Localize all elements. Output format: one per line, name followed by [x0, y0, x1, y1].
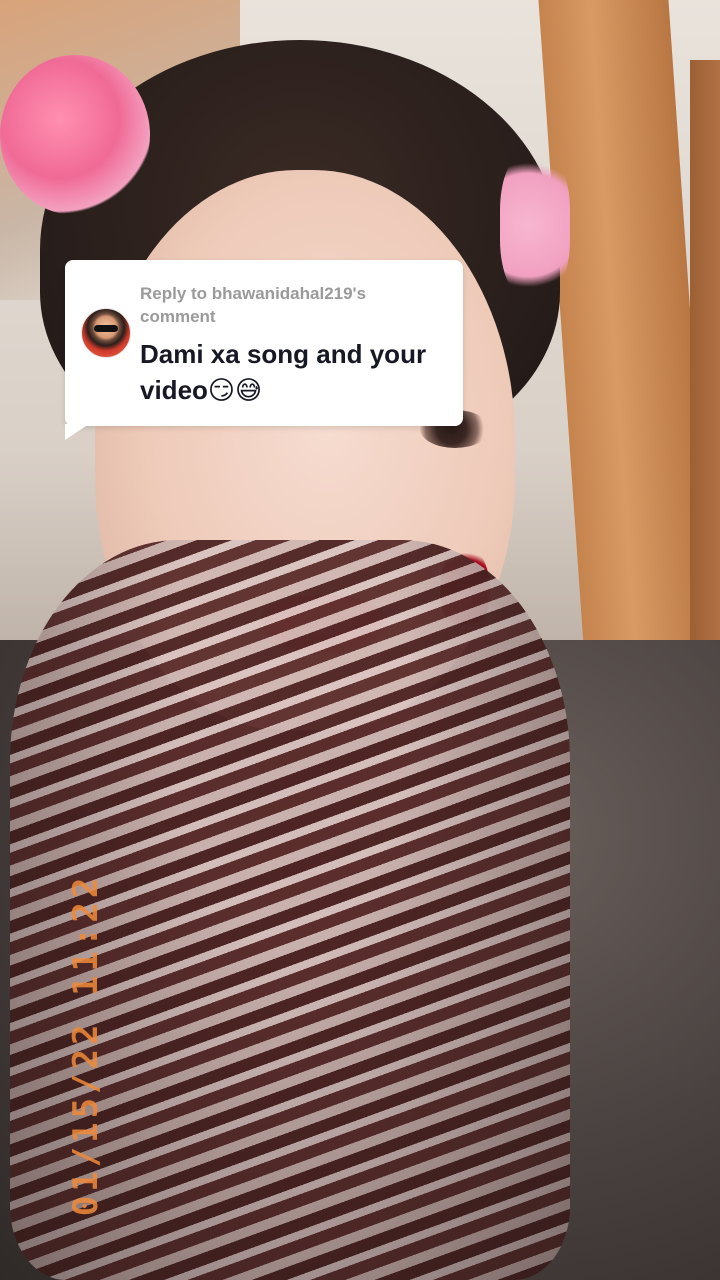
sunglasses-icon — [94, 325, 118, 332]
reply-comment-text: Dami xa song and your video😏😅 — [140, 339, 427, 405]
date-stamp: 01/15/22 11:22 — [66, 873, 106, 1217]
reply-card-tail — [65, 424, 89, 440]
reply-meta-text: Reply to bhawanidahal219's comment — [140, 284, 367, 326]
video-frame[interactable]: 01/15/22 11:22 — [0, 0, 720, 1280]
hair-flower-right — [500, 150, 570, 300]
user-avatar-icon[interactable] — [81, 308, 131, 358]
hair-flower-left — [0, 55, 150, 215]
reply-comment-card[interactable]: Reply to bhawanidahal219's comment Dami … — [65, 260, 463, 426]
